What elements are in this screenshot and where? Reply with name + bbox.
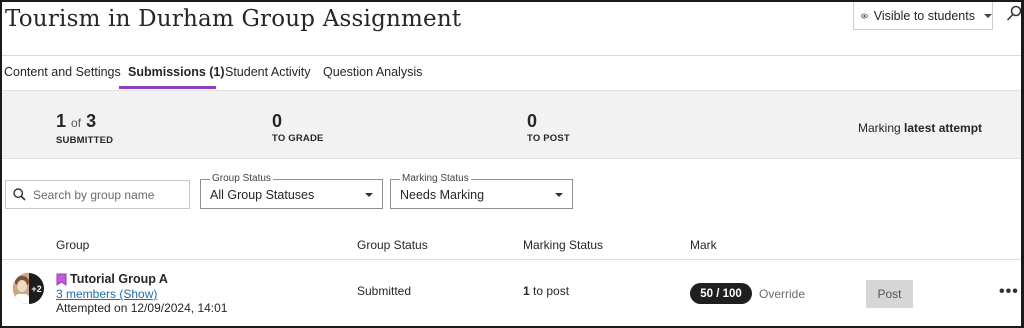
tabs-divider bbox=[2, 55, 1021, 56]
group-search[interactable] bbox=[5, 180, 190, 209]
attempt-date: Attempted on 12/09/2024, 14:01 bbox=[56, 301, 228, 315]
avatar-extra-count: +2 bbox=[31, 283, 42, 294]
group-status-cell: Submitted bbox=[357, 284, 412, 298]
submitted-of: of bbox=[71, 116, 82, 130]
chevron-down-icon bbox=[365, 193, 373, 197]
submitted-total: 3 bbox=[86, 111, 97, 131]
visibility-label: Visible to students bbox=[873, 8, 975, 23]
marking-suffix: to post bbox=[533, 284, 570, 298]
to-post-count: 0 bbox=[527, 111, 538, 131]
bookmark-icon bbox=[56, 273, 67, 286]
search-icon[interactable] bbox=[1006, 5, 1022, 23]
more-options-icon[interactable]: ••• bbox=[999, 283, 1019, 301]
marking-status-select[interactable]: Marking Status Needs Marking bbox=[390, 173, 573, 209]
show-members-link[interactable]: 3 members (Show) bbox=[56, 287, 157, 301]
page-frame: Tourism in Durham Group Assignment Visib… bbox=[0, 0, 1024, 328]
submission-stats: 1 of 3 SUBMITTED 0 TO GRADE 0 TO POST Ma… bbox=[2, 90, 1021, 159]
column-header-mark[interactable]: Mark bbox=[690, 238, 717, 252]
page-title: Tourism in Durham Group Assignment bbox=[5, 6, 462, 32]
marking-status-value: Needs Marking bbox=[400, 188, 485, 202]
chevron-down-icon bbox=[555, 193, 563, 197]
tab-content-and-settings[interactable]: Content and Settings bbox=[4, 65, 121, 79]
marking-attempt-setting: Marking latest attempt bbox=[858, 121, 982, 135]
visibility-dropdown[interactable]: Visible to students bbox=[853, 2, 993, 30]
active-tab-indicator bbox=[119, 86, 216, 89]
override-link[interactable]: Override bbox=[759, 287, 805, 301]
avatar: +2 bbox=[13, 273, 44, 304]
submitted-label: SUBMITTED bbox=[56, 135, 114, 146]
header-divider bbox=[2, 259, 1021, 260]
to-post-label: TO POST bbox=[527, 133, 570, 144]
post-button[interactable]: Post bbox=[866, 280, 913, 308]
search-icon bbox=[13, 188, 26, 201]
marking-status-legend: Marking Status bbox=[400, 173, 471, 185]
stat-to-grade: 0 TO GRADE bbox=[272, 111, 324, 144]
stat-to-post: 0 TO POST bbox=[527, 111, 570, 144]
mark-badge[interactable]: 50 / 100 bbox=[690, 283, 752, 304]
group-status-value: All Group Statuses bbox=[210, 188, 315, 202]
submitted-count: 1 bbox=[56, 111, 67, 131]
marking-status-cell: 1 to post bbox=[523, 284, 569, 298]
eye-icon bbox=[861, 13, 868, 18]
group-status-select[interactable]: Group Status All Group Statuses bbox=[200, 173, 383, 209]
column-header-group-status[interactable]: Group Status bbox=[357, 238, 428, 252]
tab-question-analysis[interactable]: Question Analysis bbox=[323, 65, 422, 79]
marking-prefix: Marking bbox=[858, 121, 901, 135]
tab-submissions[interactable]: Submissions (1) bbox=[128, 65, 225, 79]
group-status-legend: Group Status bbox=[210, 173, 273, 185]
stat-submitted: 1 of 3 SUBMITTED bbox=[56, 111, 113, 146]
to-grade-label: TO GRADE bbox=[272, 133, 324, 144]
marking-mode: latest attempt bbox=[904, 121, 983, 135]
column-header-group[interactable]: Group bbox=[56, 238, 89, 252]
marking-count: 1 bbox=[523, 284, 530, 298]
column-header-marking-status[interactable]: Marking Status bbox=[523, 238, 603, 252]
search-input[interactable] bbox=[33, 187, 183, 202]
avatar-photo bbox=[13, 273, 29, 304]
group-name: Tutorial Group A bbox=[70, 272, 168, 286]
chevron-down-icon bbox=[984, 13, 992, 18]
to-grade-count: 0 bbox=[272, 111, 283, 131]
tab-student-activity[interactable]: Student Activity bbox=[225, 65, 310, 79]
